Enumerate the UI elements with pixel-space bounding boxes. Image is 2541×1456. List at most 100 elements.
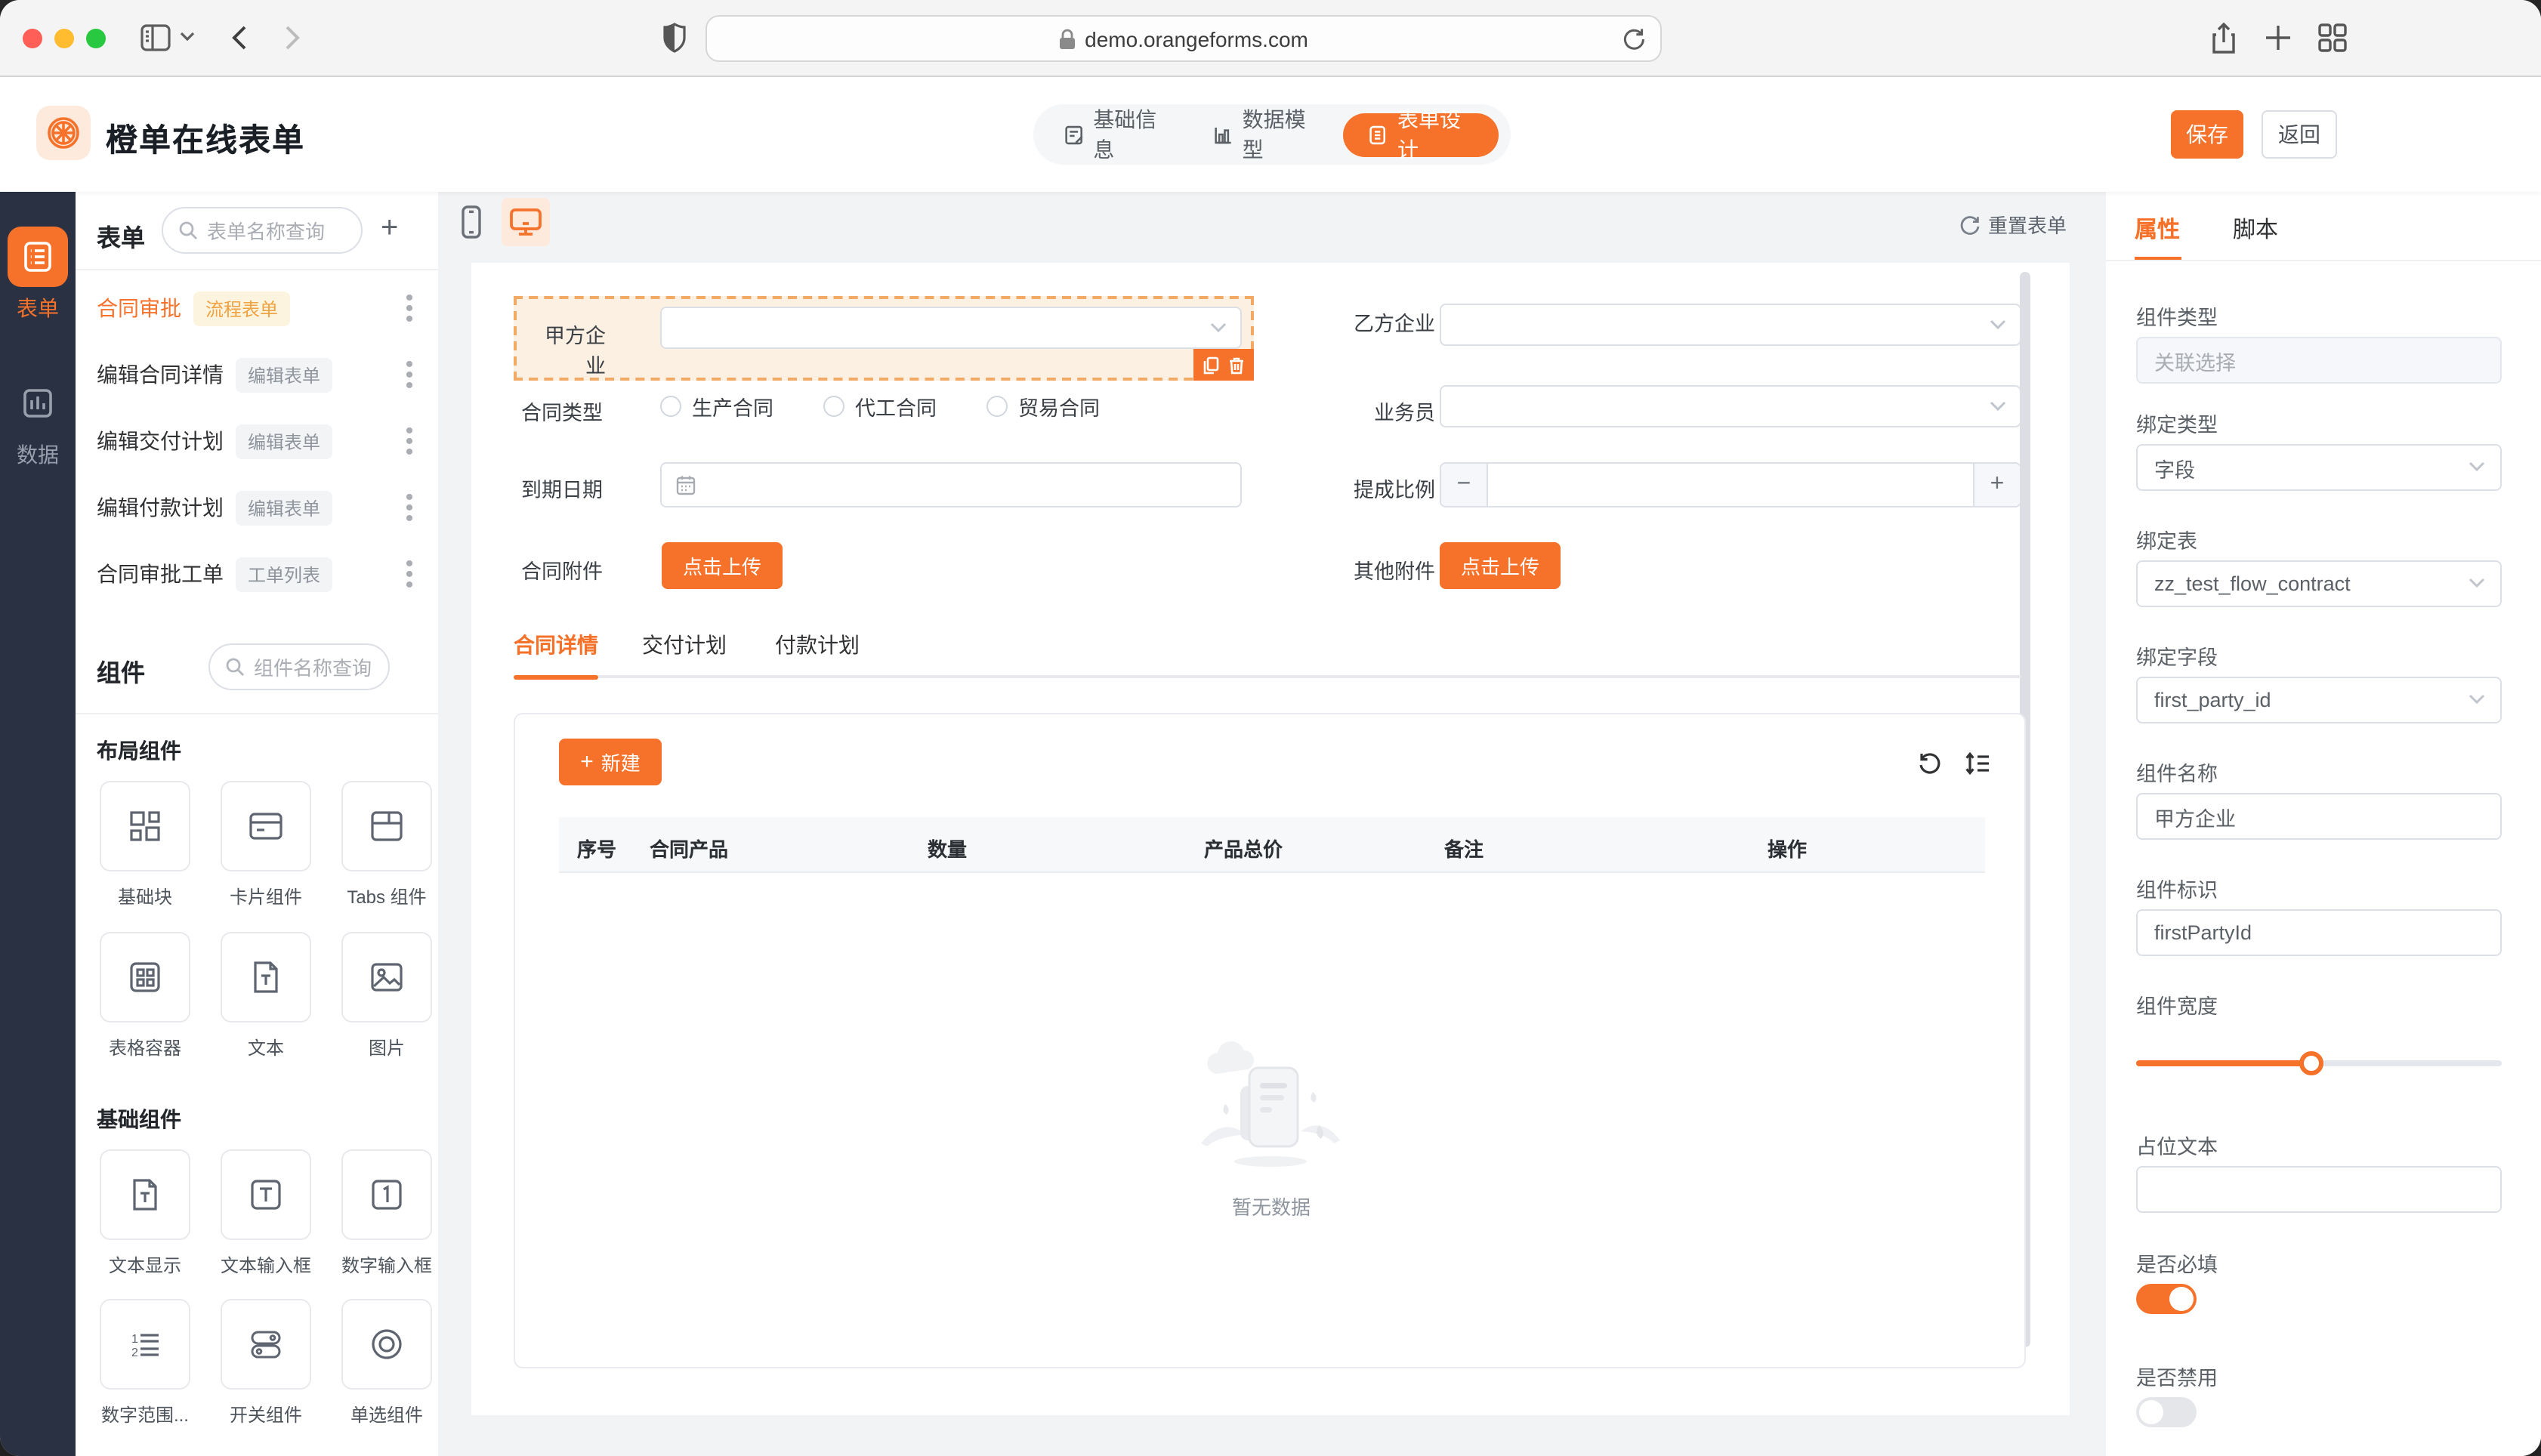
new-row-button[interactable]: + 新建	[559, 739, 662, 785]
component-number-range[interactable]: 12	[100, 1299, 190, 1390]
tab-overview-icon[interactable]	[2316, 21, 2349, 54]
tab-basic-info[interactable]: 基础信息	[1045, 104, 1188, 165]
radio-circle-icon	[660, 396, 681, 417]
text-input-icon	[251, 1180, 281, 1210]
component-key-input[interactable]: firstPartyId	[2136, 909, 2502, 956]
form-list-item[interactable]: 合同审批工单 工单列表 • • •	[76, 541, 438, 607]
reset-form-button[interactable]: 重置表单	[1959, 210, 2067, 239]
address-bar[interactable]: demo.orangeforms.com	[705, 15, 1662, 62]
component-card[interactable]	[221, 781, 311, 871]
component-width-slider[interactable]	[2136, 1051, 2502, 1075]
upload-contract-button[interactable]: 点击上传	[662, 542, 783, 589]
tab-properties[interactable]: 属性	[2135, 213, 2180, 245]
orange-slice-icon	[48, 117, 79, 149]
empty-state-illustration	[1201, 1041, 1340, 1167]
tab-data-model[interactable]: 数据模型	[1194, 104, 1337, 165]
component-switch[interactable]	[221, 1299, 311, 1390]
component-text[interactable]	[221, 932, 311, 1023]
form-search-input[interactable]: 表单名称查询	[162, 207, 363, 254]
zoom-window-button[interactable]	[86, 29, 106, 48]
component-image[interactable]	[341, 932, 432, 1023]
lock-icon	[1060, 28, 1076, 48]
component-search-input[interactable]: 组件名称查询	[208, 643, 390, 690]
tab-script[interactable]: 脚本	[2233, 213, 2278, 245]
table-refresh-icon[interactable]	[1917, 751, 1943, 776]
component-radio[interactable]	[341, 1299, 432, 1390]
rail-item-data[interactable]: 数据	[8, 373, 68, 470]
forward-button-icon[interactable]	[276, 21, 307, 54]
save-button[interactable]: 保存	[2171, 110, 2243, 159]
sidebar-chevron-icon[interactable]	[180, 30, 195, 42]
first-party-select[interactable]	[660, 307, 1242, 349]
component-label: Tabs 组件	[347, 887, 427, 908]
increment-button[interactable]: +	[1973, 464, 2020, 506]
decrement-button[interactable]: −	[1441, 464, 1488, 506]
chevron-down-icon	[2468, 578, 2485, 588]
form-list-item[interactable]: 编辑交付计划 编辑表单 • • •	[76, 408, 438, 474]
reload-icon[interactable]	[1621, 26, 1647, 53]
bind-table-select[interactable]: zz_test_flow_contract	[2136, 560, 2502, 607]
column-header: 合同产品	[650, 838, 729, 861]
upload-other-button[interactable]: 点击上传	[1440, 542, 1561, 589]
tab-contract-detail[interactable]: 合同详情	[514, 630, 604, 660]
form-item-menu-icon[interactable]: • • •	[399, 486, 420, 530]
bind-type-select[interactable]: 字段	[2136, 444, 2502, 491]
desktop-preview-button[interactable]	[502, 198, 550, 246]
slider-handle[interactable]	[2299, 1051, 2324, 1075]
component-number-input[interactable]	[341, 1149, 432, 1240]
minimize-window-button[interactable]	[54, 29, 74, 48]
switch-icon	[251, 1331, 281, 1359]
component-text-input[interactable]	[221, 1149, 311, 1240]
form-list-item[interactable]: 编辑合同详情 编辑表单 • • •	[76, 341, 438, 408]
chevron-down-icon	[1210, 322, 1227, 333]
share-icon[interactable]	[2209, 21, 2239, 57]
form-item-menu-icon[interactable]: • • •	[399, 420, 420, 464]
add-form-button[interactable]: +	[381, 211, 398, 246]
mobile-preview-button[interactable]	[447, 198, 496, 246]
contract-type-radio-group: 生产合同 代工合同 贸易合同	[660, 385, 1100, 427]
due-date-input[interactable]	[660, 462, 1242, 507]
radio-option[interactable]: 代工合同	[823, 391, 937, 421]
tab-delivery-plan[interactable]: 交付计划	[642, 630, 733, 660]
disabled-toggle[interactable]	[2136, 1397, 2197, 1427]
table-row-height-icon[interactable]	[1964, 751, 1991, 776]
commission-number-input[interactable]: − +	[1440, 462, 2021, 507]
form-item-menu-icon[interactable]: • • •	[399, 553, 420, 597]
form-list-item[interactable]: 编辑付款计划 编辑表单 • • •	[76, 474, 438, 541]
radio-option[interactable]: 生产合同	[660, 391, 773, 421]
radio-option[interactable]: 贸易合同	[986, 391, 1100, 421]
sidebar-toggle-icon[interactable]	[139, 21, 172, 54]
form-item-menu-icon[interactable]: • • •	[399, 287, 420, 331]
table-header-row: 序号 合同产品 数量 产品总价 备注 操作	[559, 817, 1985, 873]
component-table-container[interactable]	[100, 932, 190, 1023]
salesman-select[interactable]	[1440, 385, 2021, 427]
prop-label: 是否禁用	[2136, 1367, 2218, 1390]
tab-form-design[interactable]: 表单设计	[1343, 107, 1499, 162]
new-tab-icon[interactable]	[2263, 21, 2293, 54]
tab-payment-plan[interactable]: 付款计划	[775, 630, 866, 660]
empty-state-text: 暂无数据	[1231, 1196, 1311, 1219]
back-button[interactable]: 返回	[2262, 110, 2337, 159]
close-window-button[interactable]	[23, 29, 42, 48]
prop-label: 组件类型	[2136, 307, 2218, 329]
placeholder-text-input[interactable]	[2136, 1166, 2502, 1213]
component-basic-block[interactable]	[100, 781, 190, 871]
bind-field-select[interactable]: first_party_id	[2136, 677, 2502, 723]
copy-icon[interactable]	[1203, 356, 1219, 374]
rail-item-forms[interactable]: 表单	[8, 227, 68, 323]
back-button-icon[interactable]	[225, 21, 255, 54]
form-item-menu-icon[interactable]: • • •	[399, 353, 420, 397]
component-name-input[interactable]: 甲方企业	[2136, 793, 2502, 840]
shield-icon[interactable]	[662, 20, 687, 56]
delete-icon[interactable]	[1228, 356, 1245, 374]
form-list-item[interactable]: 合同审批 流程表单 • • •	[76, 275, 438, 341]
component-text-display[interactable]	[100, 1149, 190, 1240]
component-label: 文本显示	[108, 1255, 181, 1276]
prop-label: 组件名称	[2136, 763, 2218, 785]
field-first-party-selected[interactable]: 甲方企业	[514, 296, 1254, 381]
browser-window: demo.orangeforms.com 橙单在线表单 基础信息 数据模型 表单…	[0, 0, 2541, 1456]
required-toggle[interactable]	[2136, 1284, 2197, 1314]
slider-fill	[2136, 1060, 2312, 1066]
component-tabs[interactable]	[341, 781, 432, 871]
second-party-select[interactable]	[1440, 304, 2021, 346]
